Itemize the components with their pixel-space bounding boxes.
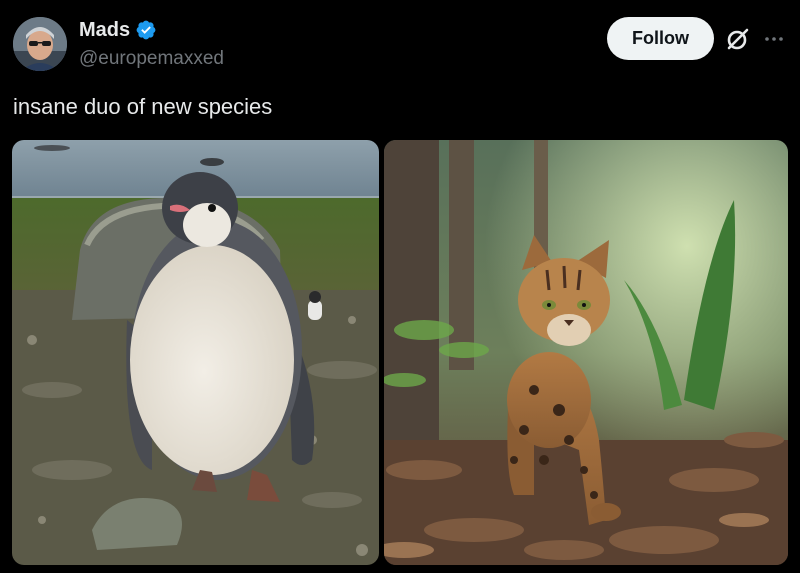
author-name-row[interactable]: Mads [79, 18, 157, 42]
tweet-text: insane duo of new species [13, 94, 273, 119]
media-wild-cat[interactable] [384, 140, 788, 565]
author-handle[interactable]: @europemaxxed [79, 47, 224, 71]
more-options-icon[interactable] [762, 27, 786, 51]
grok-icon[interactable] [724, 25, 752, 53]
media-penguin-chick[interactable] [12, 140, 379, 565]
follow-button[interactable]: Follow [607, 17, 714, 60]
display-name[interactable]: Mads [79, 18, 130, 42]
wild-cat-photo-icon [384, 140, 788, 565]
avatar[interactable] [13, 17, 67, 71]
verified-badge-icon [136, 20, 156, 40]
penguin-chick-photo-icon [12, 140, 379, 565]
